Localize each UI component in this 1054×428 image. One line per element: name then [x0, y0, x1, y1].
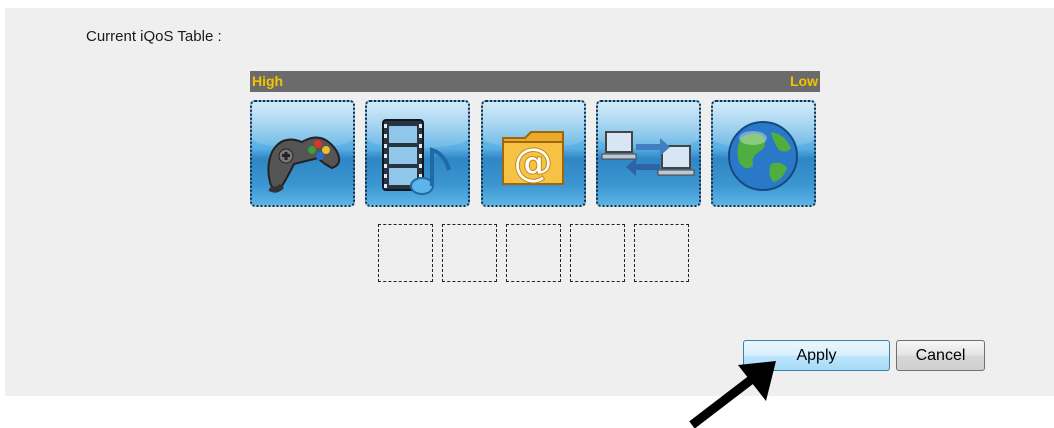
qos-tile-p2p[interactable]	[596, 100, 701, 207]
cancel-button[interactable]: Cancel	[896, 340, 985, 371]
media-film-music-icon	[382, 119, 451, 195]
qos-slot-3[interactable]	[506, 224, 561, 282]
qos-tile-media[interactable]	[365, 100, 470, 207]
pointer-arrow-icon	[689, 361, 776, 428]
qos-slot-2[interactable]	[442, 224, 497, 282]
qos-slot-5[interactable]	[634, 224, 689, 282]
qos-slot-1[interactable]	[378, 224, 433, 282]
p2p-computers-icon	[601, 131, 695, 176]
email-folder-icon: @	[502, 131, 564, 187]
priority-low-label: Low	[790, 73, 818, 89]
gamepad-icon	[267, 136, 341, 193]
section-title: Current iQoS Table :	[86, 28, 222, 45]
qos-tile-gaming[interactable]	[250, 100, 355, 207]
qos-tile-email[interactable]: @	[481, 100, 586, 207]
priority-bar: High Low	[250, 71, 820, 92]
priority-high-label: High	[252, 73, 284, 89]
globe-icon	[728, 121, 798, 191]
qos-slot-4[interactable]	[570, 224, 625, 282]
svg-text:@: @	[513, 140, 553, 186]
qos-tile-web[interactable]	[711, 100, 816, 207]
